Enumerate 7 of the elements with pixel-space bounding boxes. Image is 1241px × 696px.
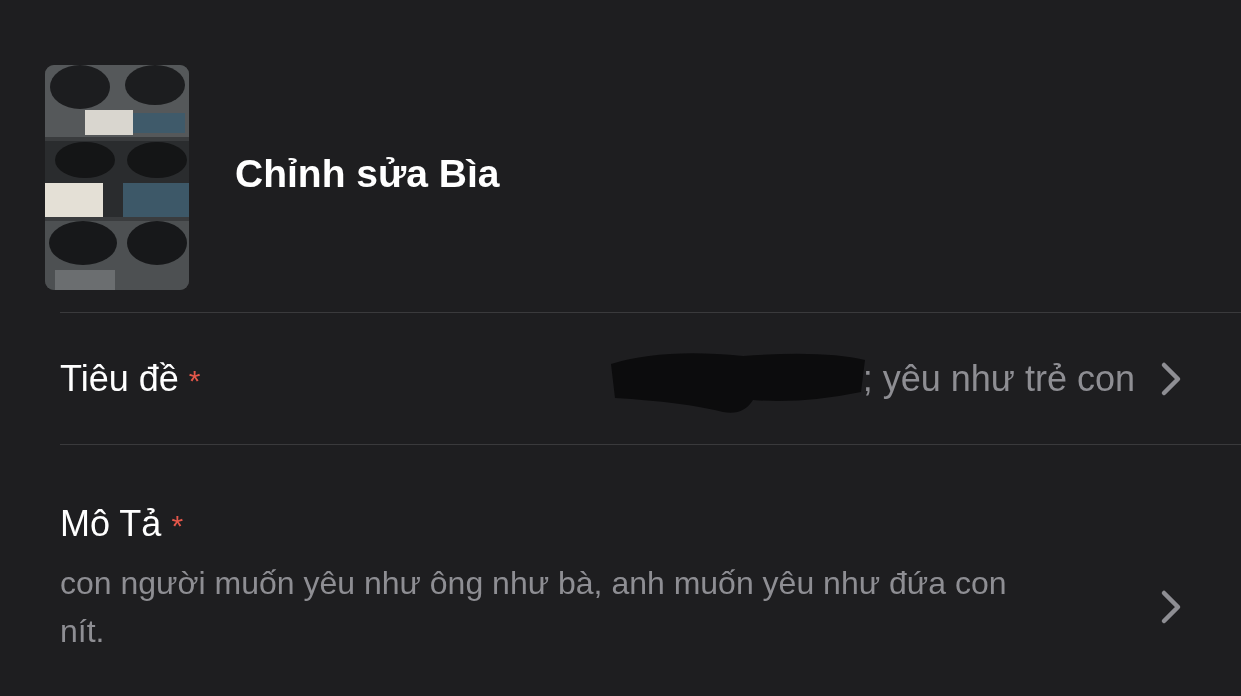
field-label: Mô Tả * — [60, 502, 185, 546]
field-label: Tiêu đề * — [60, 356, 201, 401]
required-mark: * — [188, 363, 201, 397]
field-value: con người muốn yêu như ông như bà, anh muốn yêu như đứa con nít. — [60, 564, 1008, 651]
page-title: Chỉnh sửa Bìa — [235, 151, 500, 198]
field-value: ; yêu như trẻ con — [862, 356, 1135, 401]
required-mark: * — [171, 509, 184, 542]
